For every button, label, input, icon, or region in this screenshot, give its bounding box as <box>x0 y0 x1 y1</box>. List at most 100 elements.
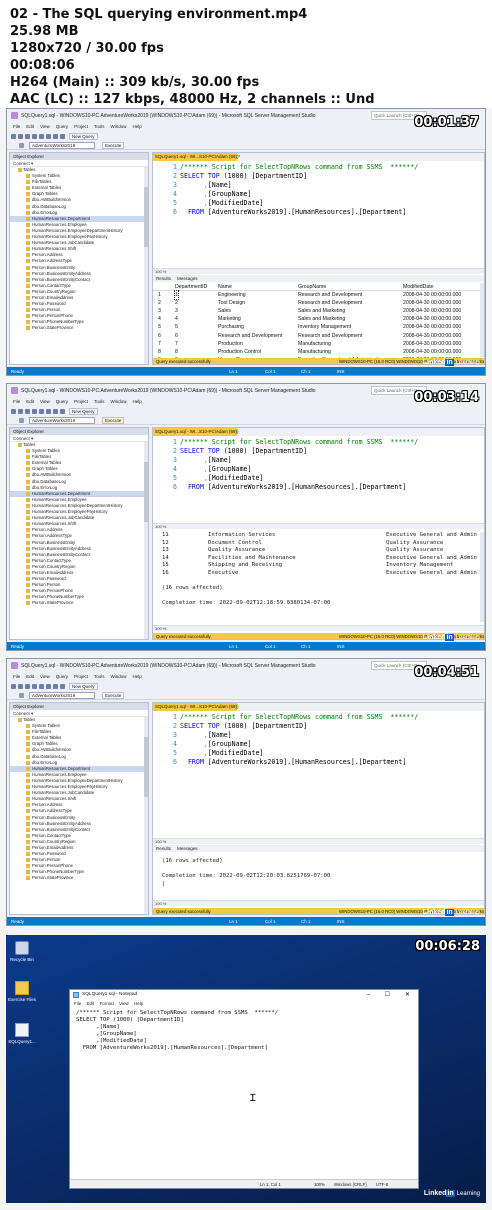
tree-item[interactable]: Person.StateProvince <box>10 600 148 606</box>
toolbar-icon[interactable] <box>32 684 37 689</box>
new-query-button[interactable]: New Query <box>69 408 98 415</box>
scrollbar[interactable] <box>480 283 484 357</box>
toolbar-icon[interactable] <box>39 134 44 139</box>
menu-file[interactable]: File <box>13 124 20 129</box>
menu-view[interactable]: View <box>40 124 50 129</box>
menu-tools[interactable]: Tools <box>94 399 105 404</box>
recycle-bin-icon[interactable]: Recycle Bin <box>6 941 38 962</box>
menu-view[interactable]: View <box>40 399 50 404</box>
database-select[interactable]: AdventureWorks2019 <box>29 692 95 699</box>
connect-button[interactable]: Connect ▾ <box>10 160 148 167</box>
toolbar-icon[interactable] <box>60 134 65 139</box>
menu-tools[interactable]: Tools <box>94 674 105 679</box>
execute-button[interactable]: Execute <box>102 692 125 699</box>
maximize-icon[interactable]: ☐ <box>385 990 390 1000</box>
code-area[interactable]: 1/****** Script for SelectTopNRows comma… <box>153 711 484 773</box>
zoom-control[interactable]: 100 % <box>153 838 484 844</box>
close-icon[interactable]: ✕ <box>405 990 410 1000</box>
query-tab[interactable]: SQLQuery1.sql - WI...S10-PC\Adam (69))* <box>153 153 240 161</box>
toolbar-icon[interactable] <box>11 684 16 689</box>
table-row[interactable]: 4 4 Marketing Sales and Marketing 2008-04-30… <box>153 315 484 323</box>
scrollbar[interactable] <box>480 532 484 622</box>
zoom-control[interactable]: 100 % <box>153 900 484 906</box>
menu-edit[interactable]: Edit <box>26 124 34 129</box>
toolbar-icon[interactable] <box>46 409 51 414</box>
menu-help[interactable]: Help <box>133 674 142 679</box>
database-select[interactable]: AdventureWorks2019 <box>29 142 95 149</box>
execute-button[interactable]: Execute <box>102 417 125 424</box>
menu-project[interactable]: Project <box>74 124 88 129</box>
toolbar-icon[interactable] <box>53 409 58 414</box>
scrollbar[interactable] <box>144 442 148 639</box>
table-row[interactable]: 8 8 Production Control Manufacturing 2008-04… <box>153 348 484 356</box>
menu-project[interactable]: Project <box>74 674 88 679</box>
menu-help[interactable]: Help <box>133 124 142 129</box>
code-area[interactable]: 1/****** Script for SelectTopNRows comma… <box>153 161 484 223</box>
new-query-button[interactable]: New Query <box>69 133 98 140</box>
table-row[interactable]: 5 5 Purchasing Inventory Management 2008-04-… <box>153 323 484 331</box>
menu-file[interactable]: File <box>74 1001 81 1006</box>
menu-edit[interactable]: Edit <box>87 1001 95 1006</box>
zoom-control[interactable]: 100 % <box>153 268 484 274</box>
toolbar-icon[interactable] <box>39 684 44 689</box>
sql-file-icon[interactable]: SQLQuery1... <box>6 1023 38 1044</box>
toolbar-icon[interactable] <box>32 409 37 414</box>
connect-button[interactable]: Connect ▾ <box>10 435 148 442</box>
zoom-control[interactable]: 100 % <box>153 523 484 529</box>
minimize-icon[interactable]: – <box>367 990 370 1000</box>
toolbar-icon[interactable] <box>60 409 65 414</box>
toolbar-icon[interactable] <box>18 409 23 414</box>
tree-item[interactable]: Person.StateProvince <box>10 875 148 881</box>
table-row[interactable]: 6 6 Research and Development Research and D… <box>153 332 484 340</box>
connect-button[interactable]: Connect ▾ <box>10 710 148 717</box>
menu-help[interactable]: Help <box>134 1001 143 1006</box>
toolbar-icon[interactable] <box>39 409 44 414</box>
menu-window[interactable]: Window <box>111 124 127 129</box>
menu-window[interactable]: Window <box>111 399 127 404</box>
messages-tab[interactable]: Messages <box>177 846 198 851</box>
menu-help[interactable]: Help <box>133 399 142 404</box>
results-tab[interactable]: Results <box>156 846 171 851</box>
menu-project[interactable]: Project <box>74 399 88 404</box>
tree-item[interactable]: Person.StateProvince <box>10 325 148 331</box>
menu-query[interactable]: Query <box>56 674 68 679</box>
notepad-text-area[interactable]: /****** Script for SelectTopNRows comman… <box>76 1010 406 1052</box>
toolbar-icon[interactable] <box>25 684 30 689</box>
menu-format[interactable]: Format <box>100 1001 114 1006</box>
menu-file[interactable]: File <box>13 674 20 679</box>
messages-tab[interactable]: Messages <box>177 276 198 281</box>
toolbar-icon[interactable] <box>18 134 23 139</box>
toolbar-icon[interactable] <box>11 409 16 414</box>
results-tab[interactable]: Results <box>156 276 171 281</box>
toolbar-icon[interactable] <box>60 684 65 689</box>
toolbar-icon[interactable] <box>18 684 23 689</box>
toolbar-icon[interactable] <box>32 134 37 139</box>
menu-edit[interactable]: Edit <box>26 674 34 679</box>
toolbar-icon[interactable] <box>25 409 30 414</box>
toolbar-icon[interactable] <box>11 134 16 139</box>
table-row[interactable]: 2 2 Tool Design Research and Development 200… <box>153 299 484 307</box>
toolbar-icon[interactable] <box>46 684 51 689</box>
scrollbar[interactable] <box>144 167 148 364</box>
menu-window[interactable]: Window <box>111 674 127 679</box>
menu-tools[interactable]: Tools <box>94 124 105 129</box>
query-tab[interactable]: SQLQuery1.sql - WI...S10-PC\Adam (69)) <box>153 703 239 711</box>
query-tab[interactable]: SQLQuery1.sql - WI...S10-PC\Adam (69)) <box>153 428 239 436</box>
toolbar-icon[interactable] <box>25 134 30 139</box>
exercise-files-icon[interactable]: Exercise Files <box>6 981 38 1002</box>
table-row[interactable]: 1 1 Engineering Research and Development 200… <box>153 290 484 301</box>
toolbar-icon[interactable] <box>53 134 58 139</box>
toolbar-icon[interactable] <box>53 684 58 689</box>
database-select[interactable]: AdventureWorks2019 <box>29 417 95 424</box>
code-area[interactable]: 1/****** Script for SelectTopNRows comma… <box>153 436 484 498</box>
toolbar-icon[interactable] <box>46 134 51 139</box>
menu-view[interactable]: View <box>119 1001 129 1006</box>
menu-edit[interactable]: Edit <box>26 399 34 404</box>
menu-query[interactable]: Query <box>56 399 68 404</box>
new-query-button[interactable]: New Query <box>69 683 98 690</box>
menu-view[interactable]: View <box>40 674 50 679</box>
menu-query[interactable]: Query <box>56 124 68 129</box>
zoom-control[interactable]: 100 % <box>153 625 484 631</box>
execute-button[interactable]: Execute <box>102 142 125 149</box>
table-row[interactable]: 7 7 Production Manufacturing 2008-04-30 00:0… <box>153 340 484 348</box>
